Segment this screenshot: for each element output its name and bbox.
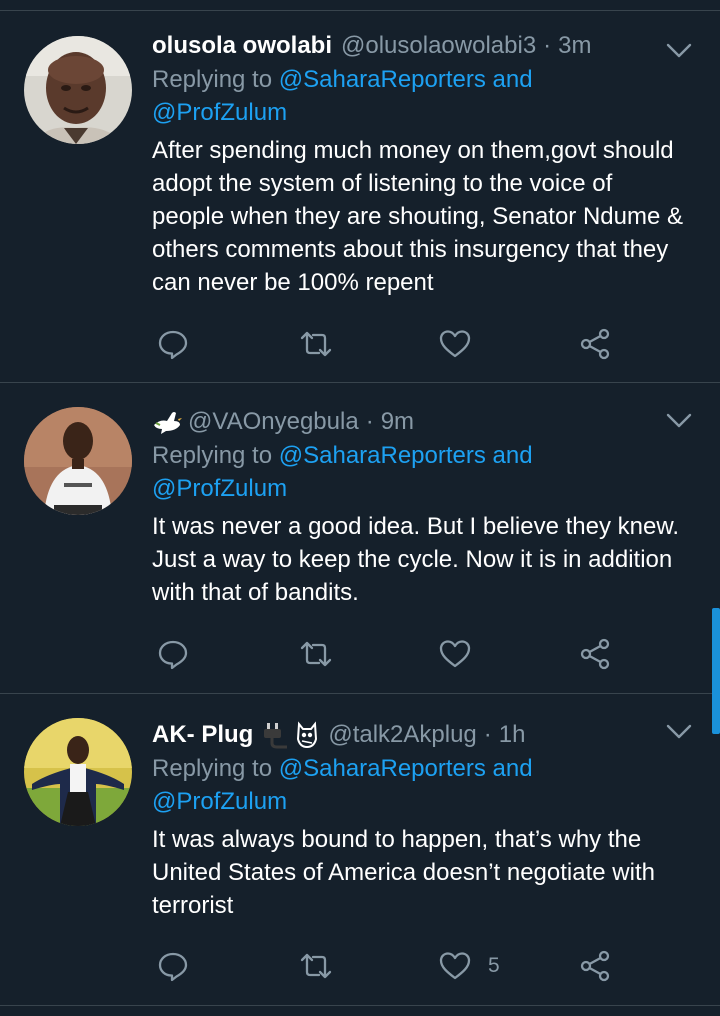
tweet-header: @VAOnyegbula · 9m [152, 405, 696, 439]
chevron-down-icon[interactable] [666, 724, 692, 740]
like-button[interactable]: 5 [438, 946, 500, 986]
tweet-actions: 5 [152, 946, 622, 986]
tweet-text-line: terrorist [152, 892, 234, 919]
scrollbar-thumb[interactable] [712, 608, 720, 734]
reply-button[interactable] [157, 324, 189, 364]
tweet[interactable]: olusola owolabi @olusolaowolabi3 · 3m Re… [0, 11, 720, 383]
mention-link[interactable]: @ProfZulum [152, 475, 287, 502]
avatar[interactable] [24, 36, 132, 144]
avatar[interactable] [24, 718, 132, 826]
display-name[interactable]: olusola owolabi [152, 29, 332, 63]
share-button[interactable] [578, 324, 612, 364]
share-icon [580, 328, 610, 360]
avatar[interactable] [24, 407, 132, 515]
retweet-icon [300, 953, 332, 979]
timestamp[interactable]: 9m [381, 405, 414, 439]
owl-emoji [297, 721, 318, 749]
replying-prefix: Replying to [152, 442, 273, 469]
reply-icon [158, 330, 188, 360]
replying-to: Replying to @SaharaReporters and [152, 439, 696, 472]
share-button[interactable] [578, 946, 612, 986]
retweet-button[interactable] [298, 324, 334, 364]
heart-icon [439, 952, 471, 980]
tweet-text-line: adopt the system of listening to the voi… [152, 170, 613, 197]
like-button[interactable] [438, 324, 488, 364]
tweet-text-line: United States of America doesn’t negotia… [152, 859, 655, 886]
chevron-down-icon[interactable] [666, 43, 692, 59]
share-icon [580, 638, 610, 670]
retweet-icon [300, 331, 332, 357]
tweet-text: It was never a good idea. But I believe … [152, 510, 696, 609]
tweet[interactable]: @VAOnyegbula · 9m Replying to @SaharaRep… [0, 383, 720, 694]
tweet-text-line: After spending much money on them,govt s… [152, 137, 674, 164]
separator: · [365, 408, 374, 435]
tweet-text-line: can never be 100% repent [152, 269, 434, 296]
heart-icon [439, 640, 471, 668]
mention-link[interactable]: @SaharaReporters and [279, 755, 533, 782]
replying-prefix: Replying to [152, 66, 273, 93]
tweet[interactable]: AK- Plug @talk2Akplug · 1h Replying to @… [0, 694, 720, 1006]
mention-link[interactable]: @SaharaReporters and [279, 442, 533, 469]
username[interactable]: @talk2Akplug [328, 718, 476, 752]
share-button[interactable] [578, 634, 612, 674]
reply-button[interactable] [157, 634, 189, 674]
tweet-text-line: with that of bandits. [152, 579, 359, 606]
replying-to-line-2: @ProfZulum [152, 472, 696, 505]
timestamp[interactable]: 3m [558, 29, 591, 63]
share-icon [580, 950, 610, 982]
retweet-button[interactable] [298, 634, 334, 674]
replying-to: Replying to @SaharaReporters and [152, 63, 696, 96]
reply-button[interactable] [157, 946, 189, 986]
tweet-text-line: It was always bound to happen, that’s wh… [152, 826, 642, 853]
tweet-text-line: Just a way to keep the cycle. Now it is … [152, 546, 673, 573]
username[interactable]: @olusolaowolabi3 [341, 29, 536, 63]
separator: · [483, 721, 492, 748]
replying-to: Replying to @SaharaReporters and [152, 752, 696, 785]
plug-emoji [264, 723, 288, 749]
tweet-text-line: It was never a good idea. But I believe … [152, 513, 679, 540]
tweet-header: olusola owolabi @olusolaowolabi3 · 3m [152, 29, 696, 63]
mention-link[interactable]: @SaharaReporters and [279, 66, 533, 93]
retweet-button[interactable] [298, 946, 334, 986]
display-name[interactable]: AK- Plug [152, 718, 253, 752]
reply-icon [158, 640, 188, 670]
tweet-actions [152, 324, 622, 364]
like-button[interactable] [438, 634, 488, 674]
username[interactable]: @VAOnyegbula [188, 405, 359, 439]
dove-emoji [154, 412, 182, 434]
heart-icon [439, 330, 471, 358]
chevron-down-icon[interactable] [666, 413, 692, 429]
tweet-text: After spending much money on them,govt s… [152, 134, 696, 299]
tweet-text: It was always bound to happen, that’s wh… [152, 823, 696, 922]
replying-to-line-2: @ProfZulum [152, 785, 696, 818]
mention-link[interactable]: @ProfZulum [152, 99, 287, 126]
replying-to-line-2: @ProfZulum [152, 96, 696, 129]
tweet-text-line: people when they are shouting, Senator N… [152, 203, 684, 230]
timestamp[interactable]: 1h [499, 718, 526, 752]
like-count: 5 [488, 954, 500, 977]
retweet-icon [300, 641, 332, 667]
replying-prefix: Replying to [152, 755, 273, 782]
separator: · [543, 32, 552, 59]
tweet-header: AK- Plug @talk2Akplug · 1h [152, 718, 696, 752]
tweet-text-line: others comments about this insurgency th… [152, 236, 669, 263]
tweet-actions [152, 634, 622, 674]
mention-link[interactable]: @ProfZulum [152, 788, 287, 815]
reply-icon [158, 952, 188, 982]
